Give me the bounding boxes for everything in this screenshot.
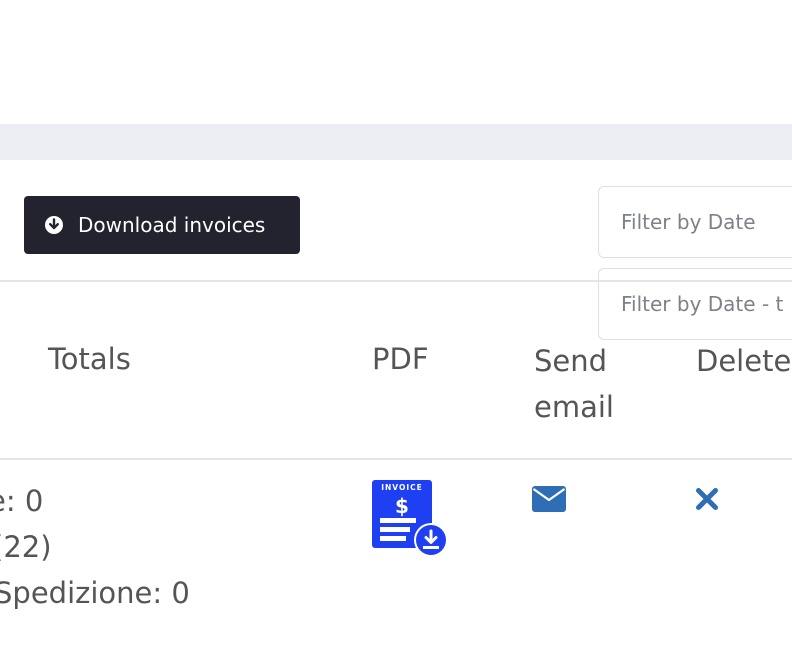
filter-date-to-input[interactable]: Filter by Date - t xyxy=(598,268,792,340)
download-invoices-label: Download invoices xyxy=(78,213,266,237)
download-circle-icon xyxy=(44,215,64,235)
filter-date-placeholder: Filter by Date xyxy=(621,210,756,234)
column-header-send-line2: email xyxy=(534,390,614,424)
column-header-send-email: Send email xyxy=(534,338,664,430)
invoice-download-icon[interactable]: INVOICE $ xyxy=(372,480,450,558)
invoice-icon-text: INVOICE xyxy=(381,483,423,492)
svg-text:$: $ xyxy=(395,494,409,518)
table-top-border xyxy=(0,280,792,282)
close-x-icon[interactable] xyxy=(695,487,719,511)
table-row-totals: e: 0 (22) Spedizione: 0 ) xyxy=(0,478,190,662)
download-invoices-button[interactable]: Download invoices xyxy=(24,196,300,254)
filter-date-to-placeholder: Filter by Date - t xyxy=(621,292,784,316)
envelope-icon[interactable] xyxy=(532,486,566,512)
totals-line: (22) xyxy=(0,530,52,564)
top-area xyxy=(0,0,792,124)
toolbar: Download invoices Filter by Date Filter … xyxy=(0,160,792,340)
totals-line: e: 0 xyxy=(0,484,44,518)
totals-line: ) xyxy=(0,616,190,662)
page-header-band xyxy=(0,124,792,160)
table-header-divider xyxy=(0,458,792,460)
column-header-totals: Totals xyxy=(48,342,131,376)
column-header-pdf: PDF xyxy=(372,342,429,376)
filter-date-input[interactable]: Filter by Date xyxy=(598,186,792,258)
totals-line: Spedizione: 0 xyxy=(0,576,190,610)
column-header-delete: Delete xyxy=(696,344,792,378)
column-header-send-line1: Send xyxy=(534,344,608,378)
